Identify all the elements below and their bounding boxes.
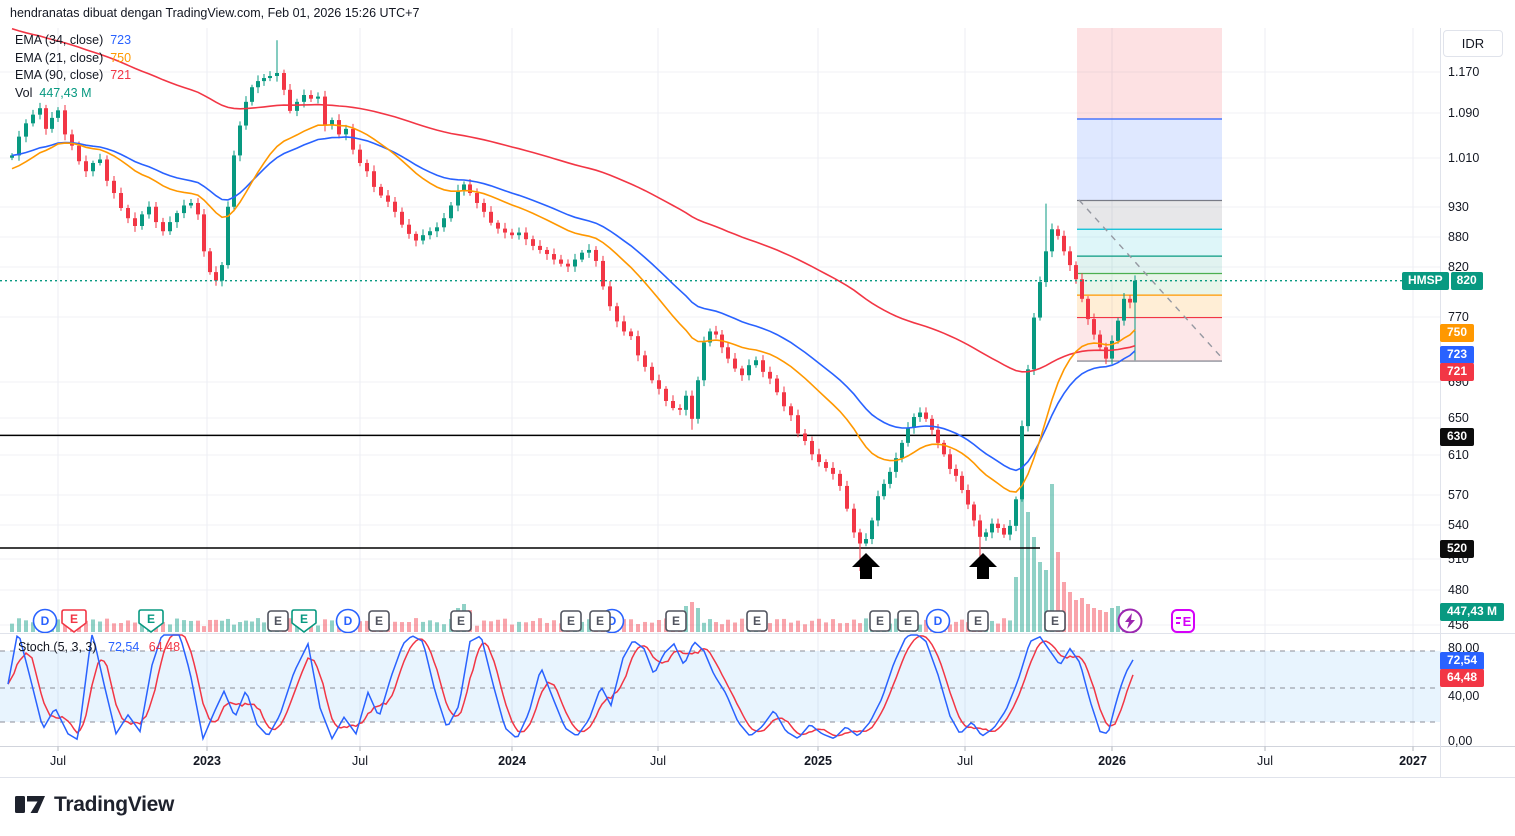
time-tick: 2027	[1399, 754, 1427, 768]
legend-indicator-value: 721	[110, 68, 132, 82]
legend-indicator-name: EMA (90, close)	[15, 68, 104, 82]
arrow-markers[interactable]	[852, 553, 997, 579]
svg-text:E: E	[1051, 614, 1059, 628]
candlestick-series[interactable]	[10, 40, 1137, 572]
event-marker-square[interactable]: E	[665, 610, 687, 632]
svg-text:E: E	[974, 614, 982, 628]
price-tick: 570	[1448, 488, 1469, 502]
time-tick: Jul	[1257, 754, 1273, 768]
time-scale[interactable]: Jul 2023 Jul 2024 Jul 2025 Jul 2026 Jul 2027	[0, 746, 1515, 777]
price-tick: 770	[1448, 310, 1469, 324]
time-tick: 2024	[498, 754, 526, 768]
event-marker-square[interactable]: E	[869, 610, 891, 632]
price-tick: 610	[1448, 448, 1469, 462]
stoch-d-value: 64,48	[148, 640, 181, 654]
svg-text:E: E	[300, 612, 308, 626]
svg-text:E: E	[596, 614, 604, 628]
stoch-pane[interactable]	[0, 634, 1440, 742]
time-tick: Jul	[650, 754, 666, 768]
price-tick: 930	[1448, 200, 1469, 214]
svg-text:E: E	[904, 614, 912, 628]
event-marker-square[interactable]: E	[1044, 610, 1066, 632]
svg-text:E: E	[567, 614, 575, 628]
stoch-indicator-name: Stoch (5, 3, 3)	[18, 640, 97, 654]
time-tick: 2025	[804, 754, 832, 768]
tradingview-logo-text: TradingView	[54, 793, 175, 816]
svg-text:E: E	[672, 614, 680, 628]
axis-value-badge: 723	[1440, 346, 1475, 364]
price-tick: 540	[1448, 518, 1469, 532]
svg-text:D: D	[344, 614, 353, 628]
event-marker-square[interactable]: E	[267, 610, 289, 632]
legend-row[interactable]: Vol 447,43 M	[15, 86, 92, 100]
event-marker-square[interactable]: E	[589, 610, 611, 632]
price-tick: 480	[1448, 583, 1469, 597]
symbol-price-badge: HMSP 820	[1402, 272, 1483, 290]
stoch-tick: 40,00	[1448, 689, 1480, 703]
svg-text:D: D	[934, 614, 943, 628]
axis-value-badge: 630	[1440, 428, 1475, 446]
event-marker-circle[interactable]: D	[335, 608, 361, 634]
event-marker-bolt[interactable]	[1117, 608, 1143, 634]
event-marker-square[interactable]: E	[368, 610, 390, 632]
legend-indicator-name: EMA (34, close)	[15, 33, 104, 47]
price-tick: 1.010	[1448, 151, 1480, 165]
price-tick: 650	[1448, 411, 1469, 425]
svg-text:E: E	[876, 614, 884, 628]
grid-lines	[0, 28, 1440, 746]
svg-text:E: E	[70, 612, 78, 626]
legend-row[interactable]: EMA (34, close) 723	[15, 33, 131, 47]
event-marker-square[interactable]: E	[897, 610, 919, 632]
event-marker-square[interactable]: E	[560, 610, 582, 632]
stoch-k-value: 72,54	[108, 640, 140, 654]
event-marker-square[interactable]: E	[450, 610, 472, 632]
legend-indicator-value: 723	[110, 33, 132, 47]
symbol-label: HMSP	[1402, 272, 1449, 290]
attribution-text: hendranatas dibuat dengan TradingView.co…	[10, 6, 420, 20]
event-markers-row[interactable]: D E E E E D E E E DE E E E E D E E E	[32, 608, 1195, 634]
event-marker-circle[interactable]: D	[925, 608, 951, 634]
up-arrow-icon[interactable]	[969, 553, 997, 579]
time-tick: 2023	[193, 754, 221, 768]
svg-text:D: D	[41, 614, 50, 628]
legend-row[interactable]: EMA (21, close) 750	[15, 51, 131, 65]
axis-value-badge: 520	[1440, 540, 1475, 558]
legend-indicator-value: 447,43 M	[39, 85, 92, 100]
time-tick: Jul	[50, 754, 66, 768]
time-tick: Jul	[957, 754, 973, 768]
legend-indicator-name: EMA (21, close)	[15, 50, 104, 65]
axis-value-badge: 721	[1440, 363, 1475, 381]
event-marker-square[interactable]: E	[967, 610, 989, 632]
time-tick: Jul	[352, 754, 368, 768]
axis-value-badge: 750	[1440, 324, 1475, 342]
price-tick: 1.090	[1448, 106, 1480, 120]
price-tick: 880	[1448, 230, 1469, 244]
stoch-legend[interactable]: Stoch (5, 3, 3) 72,54 64,48	[18, 640, 180, 654]
chart-canvas[interactable]: D E E E E D E E E DE E E E E D E E E	[0, 0, 1515, 836]
price-scale[interactable]: 1.170 1.090 1.010 930 880 820 770 690 650 610 570 5…	[1440, 28, 1515, 748]
svg-text:E: E	[375, 614, 383, 628]
svg-text:E: E	[457, 614, 465, 628]
event-marker-upcoming[interactable]: E	[1171, 609, 1195, 633]
svg-text:E: E	[147, 612, 155, 626]
axis-value-badge: 64,48	[1440, 669, 1485, 687]
time-tick: 2026	[1098, 754, 1126, 768]
axis-value-badge: 72,54	[1440, 652, 1485, 670]
tradingview-logo[interactable]: TradingView	[15, 793, 174, 817]
svg-text:E: E	[274, 614, 282, 628]
event-marker-square[interactable]: E	[746, 610, 768, 632]
svg-text:E: E	[1183, 614, 1192, 629]
up-arrow-icon[interactable]	[852, 553, 880, 579]
legend-indicator-name: Vol	[15, 85, 33, 100]
event-marker-circle[interactable]: D	[32, 608, 58, 634]
legend-row[interactable]: EMA (90, close) 721	[15, 68, 131, 82]
last-price-label: 820	[1450, 272, 1483, 290]
price-tick: 1.170	[1448, 65, 1480, 79]
legend-indicator-value: 750	[110, 50, 132, 65]
fib-retracement[interactable]	[1077, 28, 1223, 362]
axis-value-badge: 447,43 M	[1440, 603, 1505, 621]
svg-text:E: E	[753, 614, 761, 628]
tradingview-logo-icon	[15, 796, 45, 813]
